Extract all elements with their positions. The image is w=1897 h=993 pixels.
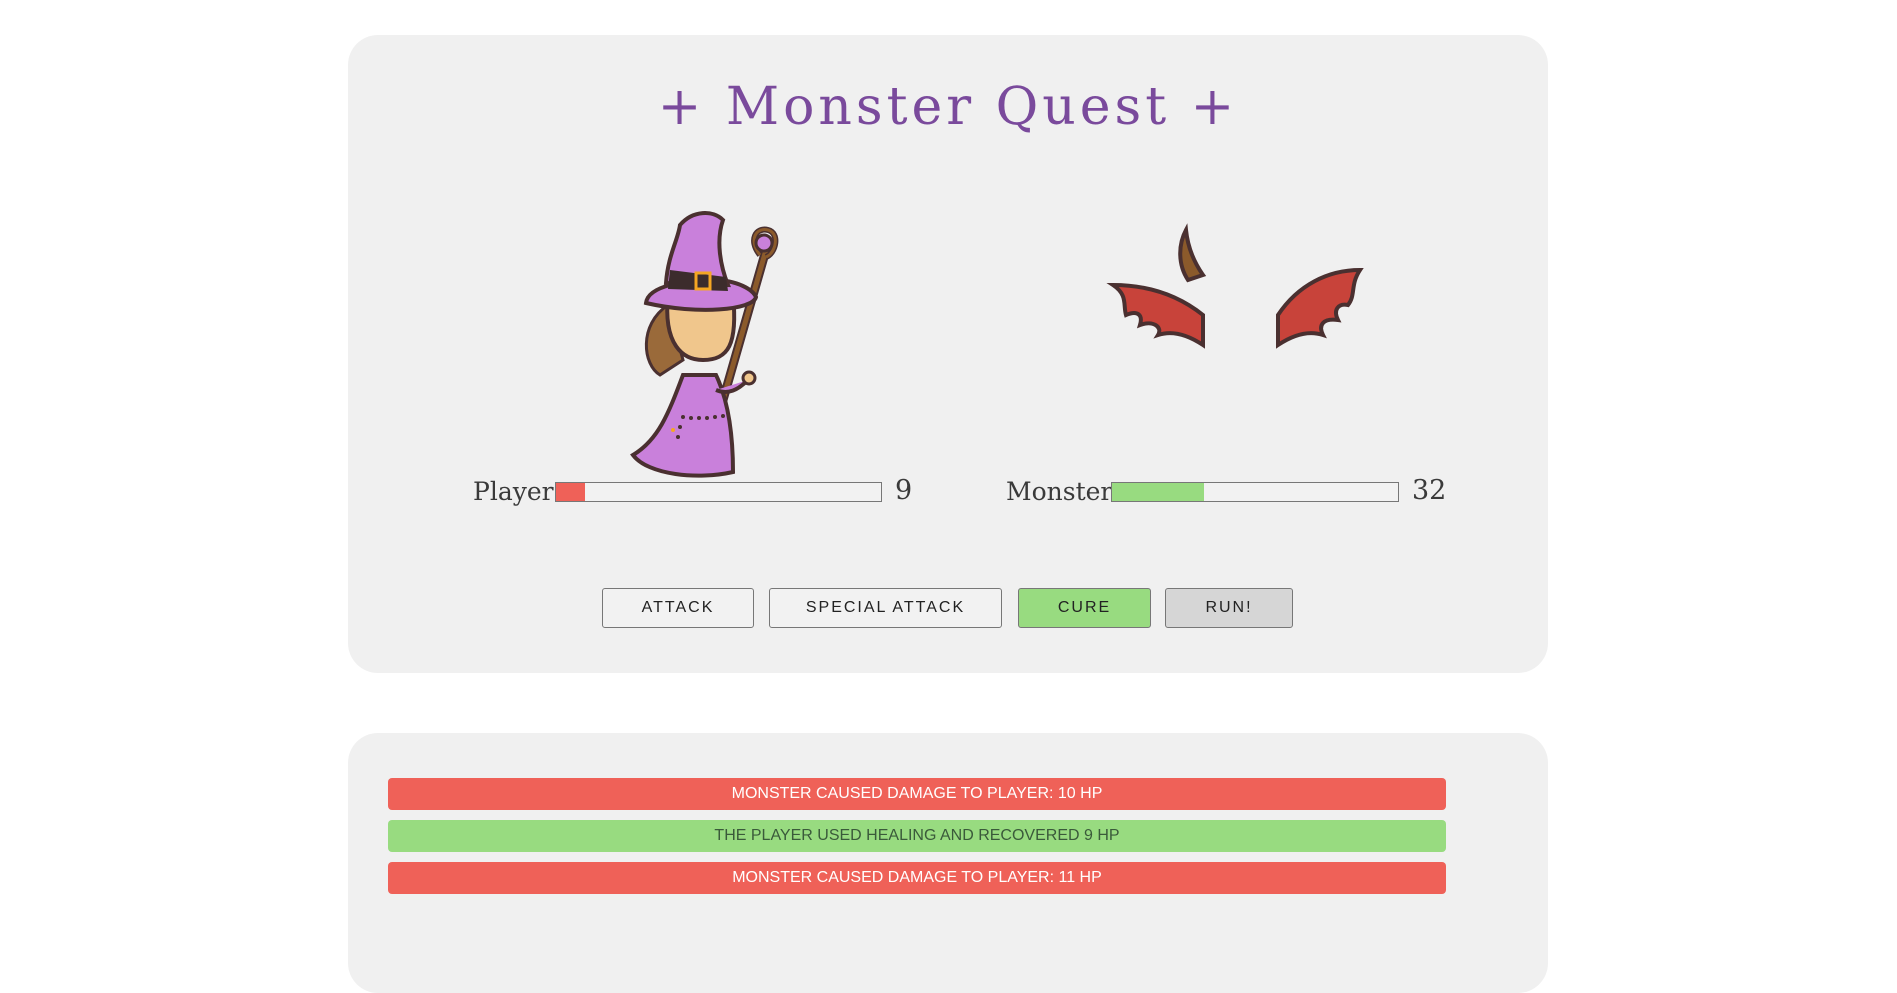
log-entry: MONSTER CAUSED DAMAGE TO PLAYER: 10 HP: [388, 778, 1446, 810]
cure-button[interactable]: CURE: [1018, 588, 1151, 628]
special-attack-button[interactable]: SPECIAL ATTACK: [769, 588, 1002, 628]
player-hp-label: Player: [473, 477, 554, 506]
monster-health-bar: [1111, 482, 1399, 502]
player-health-bar: [555, 482, 882, 502]
attack-button[interactable]: ATTACK: [602, 588, 754, 628]
battle-log-panel: MONSTER CAUSED DAMAGE TO PLAYER: 10 HP TH…: [348, 733, 1548, 993]
run-button[interactable]: RUN!: [1165, 588, 1293, 628]
monster-demon-image: [1106, 223, 1364, 349]
player-wizard-image: [630, 211, 779, 478]
monster-hp-label: Monster: [1006, 477, 1113, 506]
player-health-fill: [556, 483, 586, 501]
log-entry: MONSTER CAUSED DAMAGE TO PLAYER: 11 HP: [388, 862, 1446, 894]
player-hp-value: 9: [895, 475, 913, 506]
monster-health-fill: [1112, 483, 1204, 501]
game-panel: + Monster Quest + Player 9 Monster 32 AT…: [348, 35, 1548, 673]
monster-hp-value: 32: [1412, 475, 1447, 506]
game-title: + Monster Quest +: [657, 77, 1239, 137]
log-entry: THE PLAYER USED HEALING AND RECOVERED 9 …: [388, 820, 1446, 852]
